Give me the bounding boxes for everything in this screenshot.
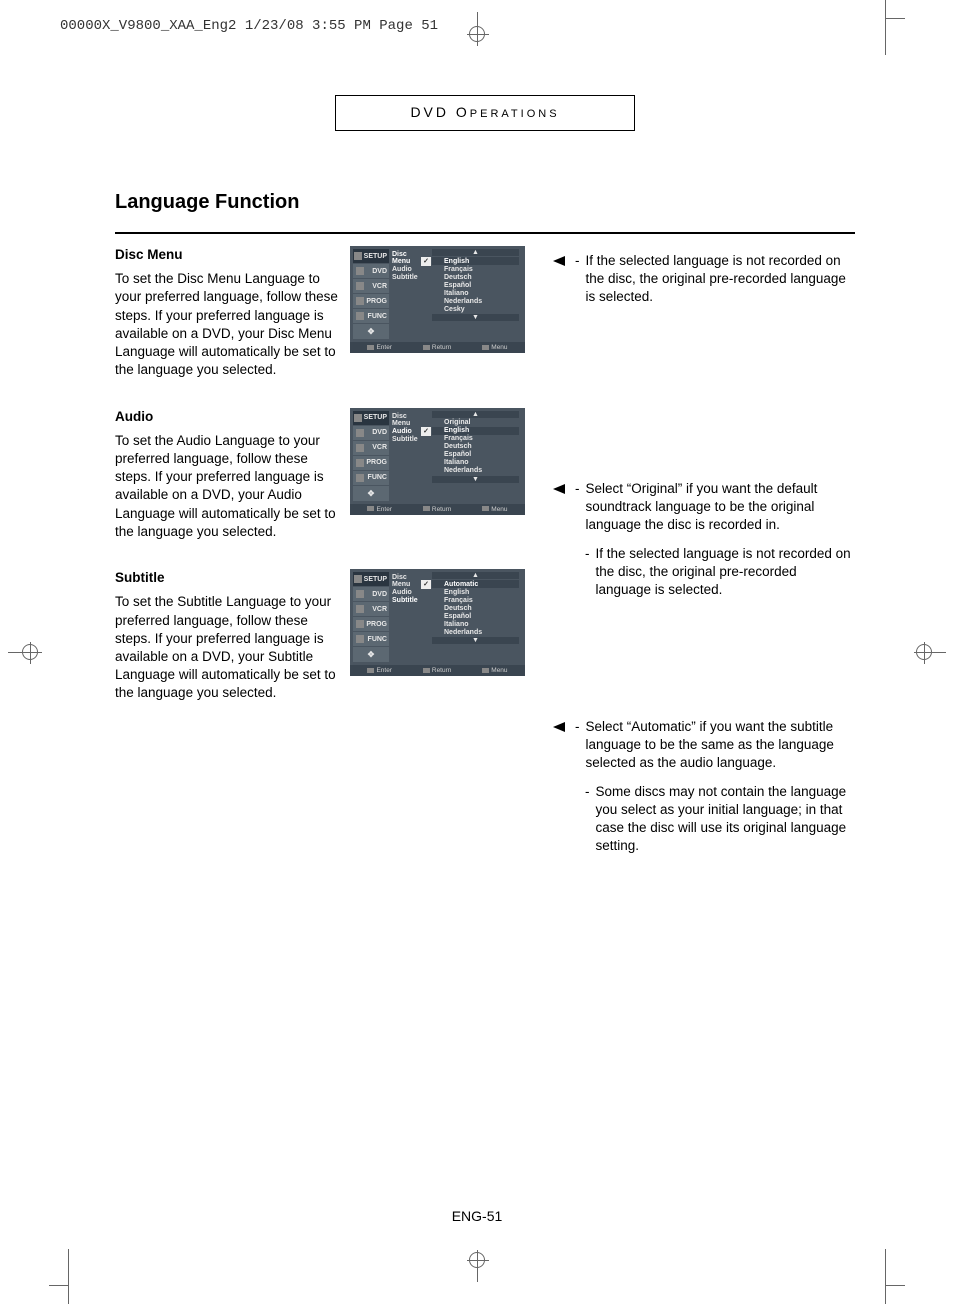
disc-menu-notes: - If the selected language is not record… <box>553 246 855 446</box>
subtitle-notes: - Select “Automatic” if you want the sub… <box>553 712 855 856</box>
osd-option: Español <box>432 281 519 289</box>
disc-menu-block: Disc Menu To set the Disc Menu Language … <box>115 246 525 380</box>
osd-option: Deutsch <box>432 273 519 281</box>
osd-option: Deutsch <box>432 443 519 451</box>
osd-option: English <box>432 588 519 596</box>
disc-menu-osd: SETUPDVDVCRPROGFUNC✥Disc MenuAudioSubtit… <box>350 246 525 380</box>
osd-mid-item: Disc Menu <box>392 413 426 427</box>
right-column: - If the selected language is not record… <box>553 246 855 884</box>
subtitle-note-2: Some discs may not contain the language … <box>596 783 856 856</box>
audio-note-2: If the selected language is not recorded… <box>596 545 856 600</box>
page-heading: Language Function <box>115 191 855 214</box>
osd-tab: DVD <box>353 264 389 278</box>
osd-option: Nederlands <box>432 467 519 475</box>
two-column-layout: Disc Menu To set the Disc Menu Language … <box>115 246 855 884</box>
osd-option: Español <box>432 612 519 620</box>
section-banner: DVD OPERATIONS <box>335 95 635 131</box>
osd-option: Nederlands <box>432 628 519 636</box>
crop-corner <box>885 0 886 55</box>
check-icon: ✓ <box>421 580 431 589</box>
osd-tab: DVD <box>353 426 389 440</box>
osd-tab: SETUP <box>353 572 389 586</box>
subtitle-note-1: Select “Automatic” if you want the subti… <box>586 718 856 773</box>
scroll-up-icon: ▲ <box>432 572 519 579</box>
disc-menu-title: Disc Menu <box>115 246 338 264</box>
osd-footer: EnterReturnMenu <box>350 504 525 515</box>
audio-note-1: Select “Original” if you want the defaul… <box>586 480 856 535</box>
scroll-up-icon: ▲ <box>432 411 519 418</box>
check-icon: ✓ <box>421 257 431 266</box>
heading-rule <box>115 232 855 234</box>
subtitle-body: To set the Subtitle Language to your pre… <box>115 594 336 700</box>
note-arrow-icon <box>553 484 565 494</box>
osd-option: Français <box>432 596 519 604</box>
osd-tab: VCR <box>353 279 389 293</box>
crop-corner <box>885 1249 886 1304</box>
osd-tab: PROG <box>353 456 389 470</box>
section-banner-text: DVD OPERATIONS <box>410 104 559 120</box>
osd-option: English✓ <box>432 257 519 265</box>
subtitle-osd: SETUPDVDVCRPROGFUNC✥Disc MenuAudioSubtit… <box>350 569 525 703</box>
osd-footer: EnterReturnMenu <box>350 665 525 676</box>
osd-tab: SETUP <box>353 411 389 425</box>
note-arrow-icon <box>553 256 565 266</box>
left-column: Disc Menu To set the Disc Menu Language … <box>115 246 525 884</box>
osd-tab: SETUP <box>353 249 389 263</box>
crop-mark-bottom <box>467 1252 487 1292</box>
crop-corner <box>68 1249 69 1304</box>
crop-mark-right <box>906 642 946 662</box>
osd-mid-item: Audio <box>392 589 426 596</box>
crop-mark-left <box>8 642 48 662</box>
disc-menu-note-1: If the selected language is not recorded… <box>586 252 856 307</box>
osd-mid-item: Subtitle <box>392 274 426 281</box>
print-slug: 00000X_V9800_XAA_Eng2 1/23/08 3:55 PM Pa… <box>60 18 438 34</box>
scroll-up-icon: ▲ <box>432 249 519 256</box>
osd-option: Original <box>432 419 519 427</box>
subtitle-block: Subtitle To set the Subtitle Language to… <box>115 569 525 703</box>
note-arrow-icon <box>553 722 565 732</box>
osd-option: Français <box>432 265 519 273</box>
osd-tab: FUNC <box>353 632 389 646</box>
osd-tab: VCR <box>353 602 389 616</box>
osd-option: Italiano <box>432 620 519 628</box>
audio-notes: - Select “Original” if you want the defa… <box>553 474 855 684</box>
osd-tab: PROG <box>353 617 389 631</box>
osd-tab: FUNC <box>353 471 389 485</box>
crop-mark-top <box>467 12 487 52</box>
osd-option: Cesky <box>432 305 519 313</box>
audio-osd: SETUPDVDVCRPROGFUNC✥Disc MenuAudioSubtit… <box>350 408 525 542</box>
osd-tab: FUNC <box>353 309 389 323</box>
osd-mid-item: Subtitle <box>392 436 426 443</box>
osd-option: Nederlands <box>432 297 519 305</box>
osd-tab: VCR <box>353 441 389 455</box>
page-number: ENG-51 <box>452 1208 503 1224</box>
osd-option: Français <box>432 435 519 443</box>
osd-option: Deutsch <box>432 604 519 612</box>
osd-option: Español <box>432 451 519 459</box>
osd-footer: EnterReturnMenu <box>350 342 525 353</box>
osd-mid-item: Audio <box>392 266 426 273</box>
disc-menu-body: To set the Disc Menu Language to your pr… <box>115 271 338 377</box>
osd-option: English✓ <box>432 427 519 435</box>
audio-title: Audio <box>115 408 338 426</box>
osd-tab: DVD <box>353 587 389 601</box>
scroll-down-icon: ▼ <box>432 476 519 483</box>
osd-mid-item: Subtitle <box>392 597 426 604</box>
osd-option: Italiano <box>432 289 519 297</box>
osd-tab: PROG <box>353 294 389 308</box>
scroll-down-icon: ▼ <box>432 314 519 321</box>
audio-body: To set the Audio Language to your prefer… <box>115 433 336 539</box>
check-icon: ✓ <box>421 427 431 436</box>
page-content: DVD OPERATIONS Language Function Disc Me… <box>115 95 855 884</box>
scroll-down-icon: ▼ <box>432 637 519 644</box>
osd-option: Italiano <box>432 459 519 467</box>
subtitle-title: Subtitle <box>115 569 338 587</box>
osd-option: Automatic✓ <box>432 580 519 588</box>
audio-block: Audio To set the Audio Language to your … <box>115 408 525 542</box>
